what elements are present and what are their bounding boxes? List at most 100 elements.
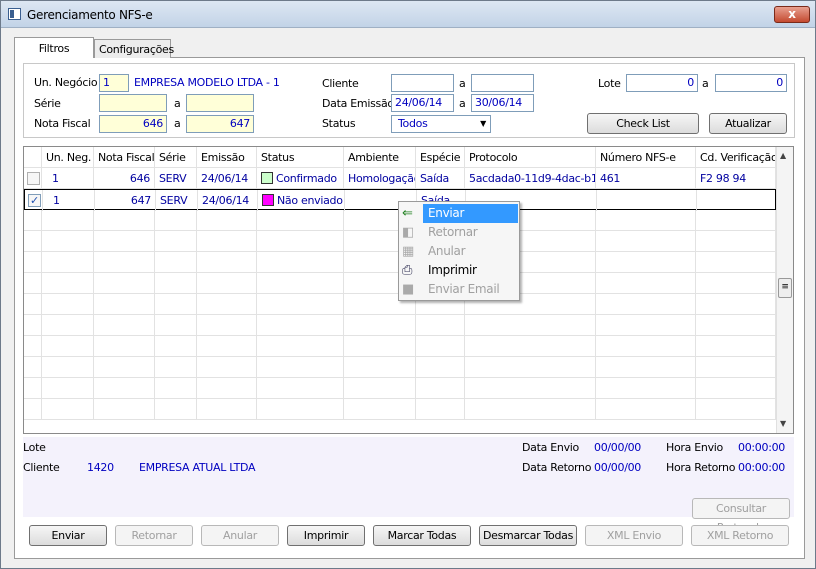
empty-cell xyxy=(696,399,776,420)
imprimir-button[interactable]: Imprimir xyxy=(287,525,365,546)
data-to-input[interactable]: 30/06/14 xyxy=(471,94,534,112)
empty-cell xyxy=(696,252,776,273)
column-header[interactable]: Ambiente xyxy=(344,147,416,168)
vertical-scrollbar[interactable]: ▲ ≡ ▼ xyxy=(776,147,793,433)
empty-cell xyxy=(24,357,42,378)
column-header[interactable]: Número NFS-e xyxy=(596,147,696,168)
return-icon: ◧ xyxy=(402,225,414,240)
consultar-protocolo-button[interactable]: Consultar Protocolo xyxy=(692,498,790,534)
empty-cell xyxy=(197,252,257,273)
desmarcar-todas-button[interactable]: Desmarcar Todas xyxy=(479,525,577,546)
chevron-down-icon: ▼ xyxy=(480,119,486,128)
empty-cell xyxy=(197,399,257,420)
empty-cell xyxy=(257,399,344,420)
empty-cell xyxy=(596,231,696,252)
menu-item-label: Anular xyxy=(428,244,466,258)
xml-envio-button[interactable]: XML Envio xyxy=(585,525,683,546)
empty-row xyxy=(24,357,776,378)
nota-from-input[interactable]: 646 xyxy=(99,115,167,133)
empty-cell xyxy=(257,336,344,357)
empty-row xyxy=(24,336,776,357)
empty-cell xyxy=(24,336,42,357)
menu-item-anular[interactable]: ▦ Anular xyxy=(399,242,519,261)
xml-retorno-button[interactable]: XML Retorno xyxy=(691,525,789,546)
window: Gerenciamento NFS-e x Configurações Filt… xyxy=(0,0,816,569)
empty-cell xyxy=(257,357,344,378)
menu-item-imprimir[interactable]: ⎙ Imprimir xyxy=(399,261,519,280)
serie-label: Série xyxy=(34,97,61,110)
range-separator: a xyxy=(459,77,466,90)
empty-cell xyxy=(596,273,696,294)
empty-cell xyxy=(696,294,776,315)
nota-to-input[interactable]: 647 xyxy=(186,115,254,133)
row-checkbox[interactable]: ✓ xyxy=(28,194,41,207)
column-header[interactable]: Emissão xyxy=(197,147,257,168)
scroll-thumb[interactable]: ≡ xyxy=(778,278,792,298)
tab-filtros[interactable]: Filtros xyxy=(14,37,94,58)
empty-cell xyxy=(24,399,42,420)
empty-cell xyxy=(197,315,257,336)
empty-cell xyxy=(465,315,596,336)
empty-cell xyxy=(465,399,596,420)
column-header[interactable]: Série xyxy=(155,147,197,168)
row-checkbox[interactable] xyxy=(27,172,40,185)
empty-cell xyxy=(344,357,416,378)
column-header[interactable]: Status xyxy=(257,147,344,168)
column-header-select[interactable] xyxy=(24,147,42,168)
grid-header: Un. Neg. Nota Fiscal Série Emissão Status Amb… xyxy=(24,147,776,168)
menu-item-enviar-email[interactable]: ■ Enviar Email xyxy=(399,280,519,299)
menu-item-retornar[interactable]: ◧ Retornar xyxy=(399,223,519,242)
column-header[interactable]: Cd. Verificação xyxy=(696,147,776,168)
lote-info-label: Lote xyxy=(23,441,46,454)
empty-cell xyxy=(596,357,696,378)
anular-button[interactable]: Anular xyxy=(201,525,279,546)
column-header[interactable]: Un. Neg. xyxy=(42,147,94,168)
empty-cell xyxy=(155,399,197,420)
status-color-swatch xyxy=(262,194,274,206)
marcar-todas-button[interactable]: Marcar Todas xyxy=(373,525,471,546)
empty-cell xyxy=(257,273,344,294)
atualizar-button[interactable]: Atualizar xyxy=(709,113,787,134)
empty-row xyxy=(24,378,776,399)
lote-from-input[interactable]: 0 xyxy=(626,74,698,92)
scroll-up-icon[interactable]: ▲ xyxy=(780,151,786,160)
lote-label: Lote xyxy=(598,77,621,90)
empty-cell xyxy=(416,399,465,420)
un-negocio-input[interactable]: 1 xyxy=(99,74,129,92)
cliente-to-input[interactable] xyxy=(471,74,534,92)
empty-cell xyxy=(696,357,776,378)
retornar-button[interactable]: Retornar xyxy=(115,525,193,546)
enviar-button[interactable]: Enviar xyxy=(29,525,107,546)
column-header[interactable]: Nota Fiscal xyxy=(94,147,155,168)
check-list-button[interactable]: Check List xyxy=(587,113,699,134)
close-button[interactable]: x xyxy=(774,6,810,23)
serie-to-input[interactable] xyxy=(186,94,254,112)
cell-numero xyxy=(597,190,697,211)
empty-cell xyxy=(596,399,696,420)
scroll-down-icon[interactable]: ▼ xyxy=(780,419,786,428)
empty-cell xyxy=(42,252,94,273)
menu-item-label: Enviar Email xyxy=(428,282,500,296)
data-from-input[interactable]: 24/06/14 xyxy=(391,94,454,112)
column-header[interactable]: Espécie xyxy=(416,147,465,168)
status-select[interactable]: Todos ▼ xyxy=(391,115,491,133)
empty-cell xyxy=(94,336,155,357)
empty-cell xyxy=(596,378,696,399)
empty-cell xyxy=(155,273,197,294)
lote-to-input[interactable]: 0 xyxy=(715,74,787,92)
column-header[interactable]: Protocolo xyxy=(465,147,596,168)
table-row[interactable]: 1 646 SERV 24/06/14 Confirmado Homologação Saí… xyxy=(24,168,776,189)
cliente-code: 1420 xyxy=(87,461,114,474)
empty-cell xyxy=(197,336,257,357)
tab-configuracoes[interactable]: Configurações xyxy=(94,39,174,58)
cliente-label: Cliente xyxy=(322,77,359,90)
serie-from-input[interactable] xyxy=(99,94,167,112)
menu-item-enviar[interactable]: ⇐ Enviar xyxy=(399,204,519,223)
cell-especie: Saída xyxy=(416,168,465,189)
empty-cell xyxy=(197,273,257,294)
empty-cell xyxy=(416,357,465,378)
empty-cell xyxy=(596,294,696,315)
cliente-from-input[interactable] xyxy=(391,74,454,92)
empty-cell xyxy=(696,378,776,399)
cell-serie: SERV xyxy=(155,168,197,189)
